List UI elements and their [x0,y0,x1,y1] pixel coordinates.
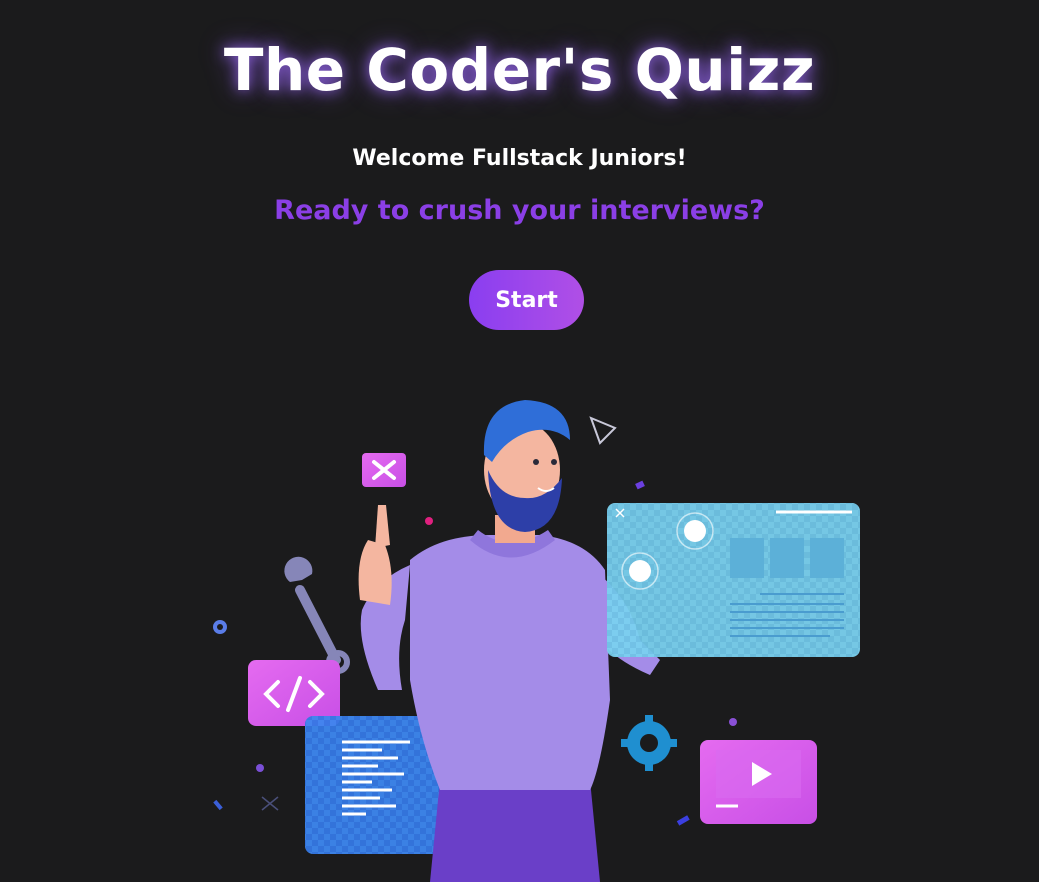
developer-illustration [213,400,860,882]
confetti-decoration [213,799,223,811]
close-icon [362,453,406,487]
cross-decoration [261,796,279,811]
wrench-icon [284,556,350,674]
start-button[interactable]: Start [469,270,584,330]
dot-decoration [729,718,737,726]
dot-decoration [256,764,264,772]
confetti-decoration [676,815,690,826]
tagline-text: Ready to crush your interviews? [274,195,765,226]
triangle-decoration [589,416,617,445]
welcome-text: Welcome Fullstack Juniors! [352,146,687,171]
floating-screen [607,503,860,657]
dot-decoration [425,517,433,525]
page-title: The Coder's Quizz [223,36,816,104]
gear-icon [621,715,677,771]
play-icon [700,740,817,824]
quiz-landing-page: The Coder's Quizz Welcome Fullstack Juni… [0,0,1039,882]
confetti-decoration [635,480,645,490]
